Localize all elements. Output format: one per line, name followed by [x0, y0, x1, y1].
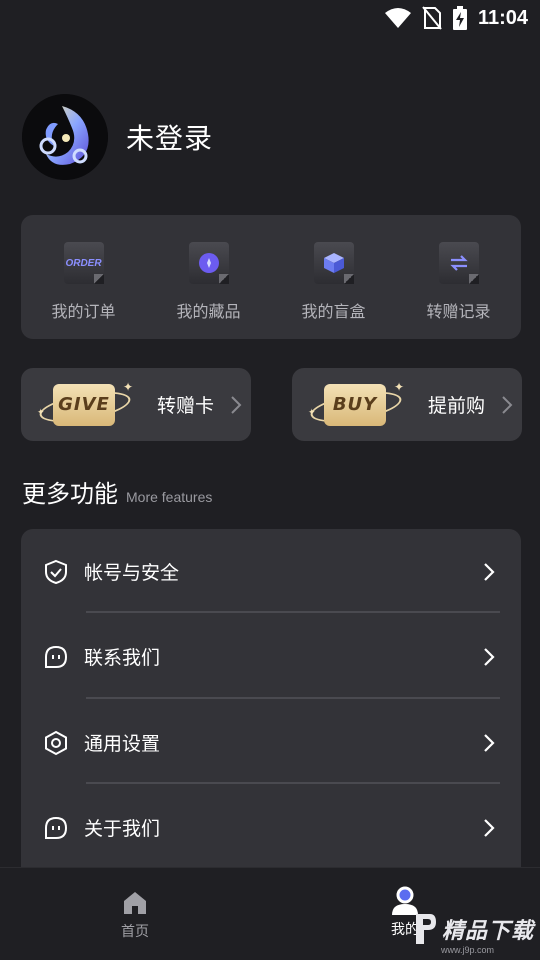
bottom-nav: 首页 我的 精品下载 www.j9p.com: [0, 867, 540, 960]
menu-item-general-settings[interactable]: 通用设置: [21, 700, 521, 785]
quick-item-collection[interactable]: 我的藏品: [146, 215, 271, 339]
give-badge-text: GIVE: [53, 383, 115, 426]
hexagon-settings-icon: [45, 730, 67, 755]
quick-item-blind-box[interactable]: 我的盲盒: [271, 215, 396, 339]
section-subtitle: More features: [126, 489, 213, 505]
avatar[interactable]: [22, 94, 108, 180]
menu-item-label: 通用设置: [84, 733, 161, 755]
chevron-right-icon: [502, 395, 513, 414]
give-badge: GIVE ✦ ✦: [37, 380, 135, 428]
menu-item-about-us[interactable]: 关于我们: [21, 785, 521, 870]
profile-header[interactable]: 未登录: [22, 94, 213, 180]
status-bar: 11:04: [0, 0, 540, 36]
chevron-right-icon: [484, 733, 495, 752]
divider: [86, 782, 500, 784]
status-icons: 11:04: [384, 6, 528, 30]
nav-label: 首页: [121, 924, 149, 940]
chevron-right-icon: [484, 562, 495, 581]
quick-item-orders[interactable]: ORDER 我的订单: [21, 215, 146, 339]
divider: [86, 611, 500, 613]
divider: [86, 697, 500, 699]
menu-item-label: 关于我们: [84, 818, 161, 840]
order-icon-text: ORDER: [65, 257, 102, 269]
settings-list: 帐号与安全 联系我们 通用设置 关于我们: [21, 529, 521, 874]
chevron-right-icon: [484, 647, 495, 666]
buy-badge-text: BUY: [324, 383, 386, 426]
quick-actions-card: ORDER 我的订单 我的藏品 我的盲盒 转赠记录: [21, 215, 521, 339]
quick-label: 我的盲盒: [301, 302, 366, 321]
chat-face-icon: [45, 816, 68, 839]
quick-item-transfer-record[interactable]: 转赠记录: [396, 215, 521, 339]
battery-charging-icon: [452, 6, 467, 30]
nav-tab-home[interactable]: 首页: [0, 868, 270, 960]
watermark-logo-icon: [415, 914, 436, 944]
quick-label: 转赠记录: [426, 302, 491, 321]
no-sim-icon: [422, 6, 442, 30]
status-time: 11:04: [477, 6, 528, 29]
chevron-right-icon: [231, 395, 242, 414]
menu-item-account-security[interactable]: 帐号与安全: [21, 529, 521, 614]
order-icon: ORDER: [63, 242, 104, 284]
username[interactable]: 未登录: [126, 117, 213, 157]
buy-early-label: 提前购: [428, 395, 486, 417]
quick-label: 我的藏品: [176, 302, 241, 321]
menu-item-label: 帐号与安全: [84, 562, 180, 584]
chat-face-icon: [45, 645, 68, 668]
wifi-icon: [384, 8, 411, 28]
dragon-logo-icon: [22, 94, 108, 180]
give-card-button[interactable]: GIVE ✦ ✦ 转赠卡: [21, 368, 251, 441]
watermark: 精品下载 www.j9p.com: [412, 912, 534, 955]
menu-item-contact-us[interactable]: 联系我们: [21, 614, 521, 699]
watermark-sub: www.j9p.com: [440, 945, 494, 955]
transfer-record-icon: [438, 242, 479, 284]
buy-early-button[interactable]: BUY ✦ ✦ 提前购: [292, 368, 522, 441]
quick-label: 我的订单: [51, 302, 116, 321]
menu-item-label: 联系我们: [84, 647, 161, 669]
blind-box-icon: [313, 242, 354, 284]
collection-icon: [188, 242, 229, 284]
watermark-text: 精品下载: [441, 919, 534, 944]
section-title: 更多功能: [22, 480, 118, 508]
buy-badge: BUY ✦ ✦: [308, 380, 406, 428]
give-card-label: 转赠卡: [157, 395, 215, 417]
more-features-header: 更多功能 More features: [22, 474, 212, 509]
home-icon: [124, 892, 146, 914]
chevron-right-icon: [484, 818, 495, 837]
shield-check-icon: [45, 559, 67, 584]
